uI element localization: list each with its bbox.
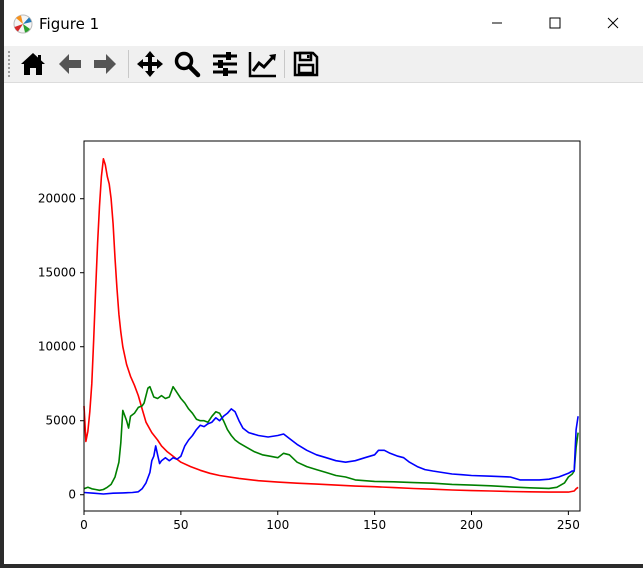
title-bar: Figure 1 — [4, 0, 643, 46]
move-icon — [137, 51, 163, 77]
x-tick-label: 200 — [460, 518, 483, 532]
close-button[interactable] — [584, 0, 642, 46]
arrow-left-icon — [59, 54, 81, 74]
window-title: Figure 1 — [39, 15, 100, 33]
back-button[interactable] — [54, 48, 86, 80]
close-icon — [607, 17, 619, 29]
matplotlib-logo-icon — [13, 14, 33, 34]
home-icon — [21, 53, 45, 75]
y-tick-label: 15000 — [38, 266, 76, 280]
zoom-button[interactable] — [171, 48, 203, 80]
toolbar-grip — [8, 51, 10, 77]
toolbar-separator — [284, 50, 285, 78]
figure-window: Figure 1 0 50 100 150 200 250 0 5000 100… — [4, 0, 643, 564]
y-tick-label: 20000 — [38, 192, 76, 206]
toolbar-separator — [128, 50, 129, 78]
x-tick-label: 0 — [80, 518, 88, 532]
histogram-plot: 0 50 100 150 200 250 0 5000 10000 15000 20000 — [38, 140, 581, 532]
forward-button[interactable] — [89, 48, 121, 80]
minimize-icon — [492, 22, 502, 24]
zoom-icon — [174, 51, 201, 78]
x-tick-label: 150 — [363, 518, 386, 532]
x-tick-label: 250 — [557, 518, 580, 532]
maximize-button[interactable] — [526, 0, 584, 46]
sliders-icon — [213, 52, 237, 76]
figure-canvas[interactable]: 0 50 100 150 200 250 0 5000 10000 15000 20000 — [4, 83, 643, 564]
y-tick-label: 10000 — [38, 340, 76, 354]
line-chart-icon — [248, 52, 276, 78]
home-button[interactable] — [17, 48, 49, 80]
navigation-toolbar — [4, 46, 643, 83]
minimize-button[interactable] — [468, 0, 526, 46]
save-button[interactable] — [290, 48, 322, 80]
floppy-disk-icon — [293, 51, 319, 77]
maximize-icon — [549, 17, 561, 29]
subplots-button[interactable] — [209, 48, 241, 80]
customize-button[interactable] — [247, 48, 279, 80]
x-tick-label: 50 — [173, 518, 188, 532]
pan-button[interactable] — [134, 48, 166, 80]
arrow-right-icon — [94, 54, 116, 74]
y-tick-label: 0 — [68, 488, 76, 502]
y-tick-label: 5000 — [45, 414, 76, 428]
x-tick-label: 100 — [266, 518, 289, 532]
